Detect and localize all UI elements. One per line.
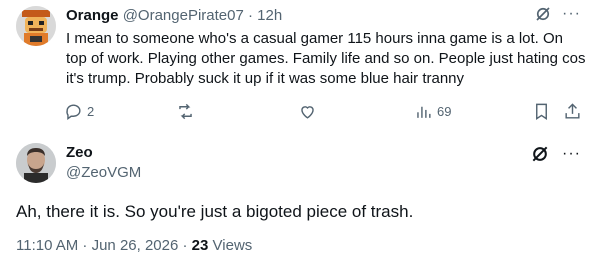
avatar[interactable] xyxy=(16,143,56,183)
zeo-avatar-image xyxy=(16,143,56,183)
reply-header-icons: ··· xyxy=(534,4,581,24)
bookmark-button[interactable] xyxy=(532,99,551,123)
tweet-header-icons: ··· xyxy=(530,144,581,164)
views-count: 23 xyxy=(191,237,209,254)
reply-tweet[interactable]: Orange @OrangePirate07 · 12h ··· I mean … xyxy=(0,0,597,130)
post-time[interactable]: 12h xyxy=(257,7,282,24)
author-name[interactable]: Orange xyxy=(66,7,119,24)
more-icon[interactable]: ··· xyxy=(562,4,581,24)
author-handle[interactable]: @OrangePirate07 xyxy=(123,7,244,24)
tweet-text: Ah, there it is. So you're just a bigote… xyxy=(16,202,414,221)
avatar[interactable] xyxy=(16,6,56,46)
views-button[interactable]: 69 xyxy=(414,99,451,123)
reply-count: 2 xyxy=(87,103,95,119)
reply-button[interactable]: 2 xyxy=(64,99,94,123)
views-label: Views xyxy=(212,237,253,254)
share-button[interactable] xyxy=(563,99,582,123)
views-count: 69 xyxy=(437,103,452,119)
like-button[interactable] xyxy=(298,99,321,123)
author-handle[interactable]: @ZeoVGM xyxy=(66,163,141,183)
more-icon[interactable]: ··· xyxy=(562,144,581,164)
grok-icon[interactable] xyxy=(534,5,552,23)
share-icon xyxy=(565,102,580,119)
orange-pirate-avatar-image xyxy=(16,6,56,46)
repost-icon xyxy=(179,103,192,119)
reply-action-bar: 2 69 xyxy=(58,99,593,123)
timestamp[interactable]: 11:10 AM · Jun 26, 2026 · xyxy=(16,237,188,254)
views-icon xyxy=(417,106,431,118)
separator: · xyxy=(248,7,253,24)
like-icon xyxy=(301,105,314,119)
reply-header: Orange @OrangePirate07 · 12h xyxy=(66,6,581,26)
repost-button[interactable] xyxy=(176,99,199,123)
tweet-meta: 11:10 AM · Jun 26, 2026 · 23 Views xyxy=(16,236,252,256)
bookmark-icon xyxy=(536,103,547,120)
author-name[interactable]: Zeo xyxy=(66,143,93,163)
grok-icon[interactable] xyxy=(530,144,550,164)
reply-icon xyxy=(66,103,81,120)
reply-text: I mean to someone who's a casual gamer 1… xyxy=(66,30,586,87)
